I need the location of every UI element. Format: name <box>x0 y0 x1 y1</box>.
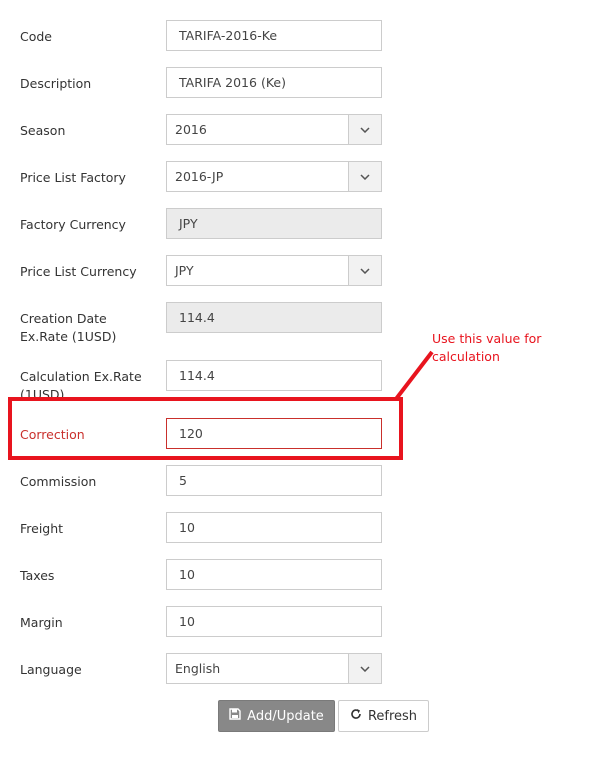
annotation-pointer-line <box>394 350 434 401</box>
annotation-text: Use this value for calculation <box>432 331 542 364</box>
